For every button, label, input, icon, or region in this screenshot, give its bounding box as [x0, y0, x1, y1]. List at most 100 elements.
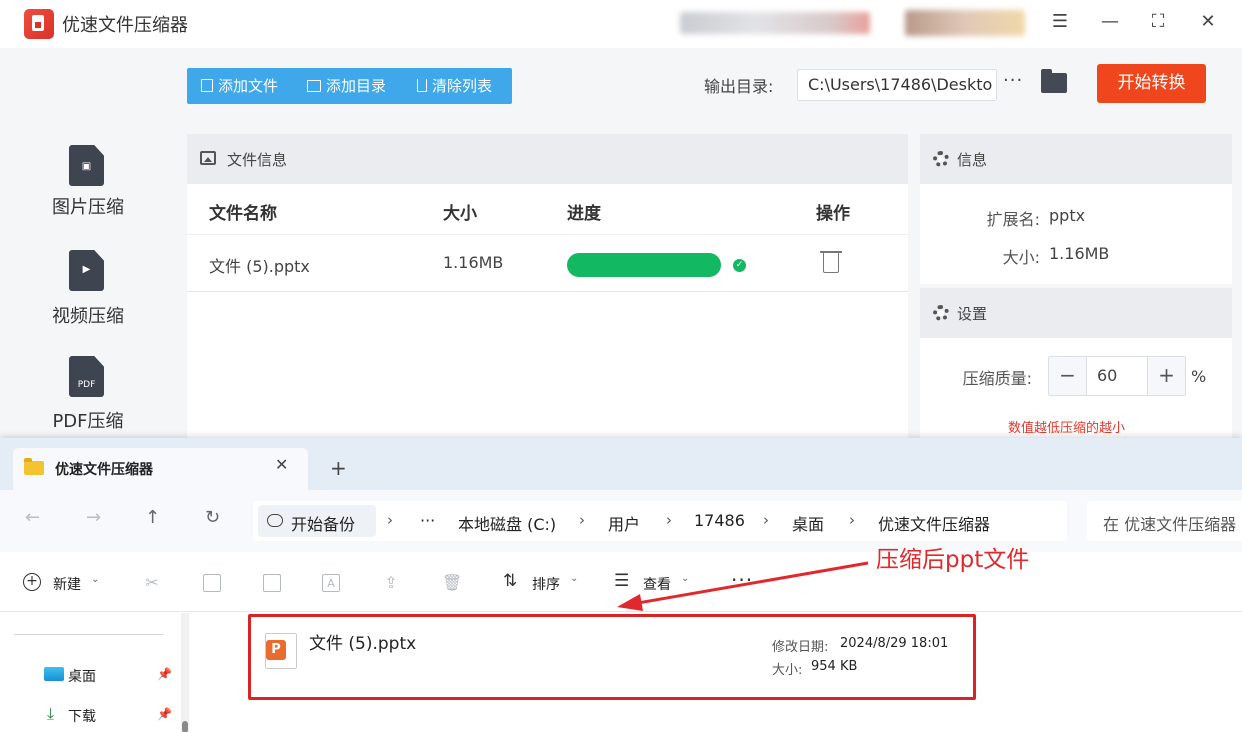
browse-more-button[interactable]: ···: [1003, 70, 1023, 91]
sort-button[interactable]: 排序: [532, 574, 560, 594]
output-dir-field[interactable]: C:\Users\17486\Deskto: [797, 69, 997, 101]
quick-access-desktop[interactable]: 桌面 📌: [44, 664, 184, 688]
compressed-file-item[interactable]: P 文件 (5).pptx 修改日期: 2024/8/29 18:01 大小: …: [248, 614, 976, 700]
image-icon: [200, 151, 216, 165]
modified-date-label: 修改日期:: [772, 640, 829, 655]
sidebar-item-image-compress[interactable]: ▣ 图片压缩: [0, 143, 176, 243]
pptx-file-icon: P: [265, 633, 297, 669]
image-file-icon: ▣: [69, 145, 104, 186]
explorer-address-bar: ← → ↑ ↻ 开始备份 › ··· 本地磁盘 (C:) › 用户 › 1748…: [0, 490, 1242, 552]
search-input[interactable]: 在 优速文件压缩器: [1087, 501, 1242, 541]
app-logo-icon: [24, 9, 54, 39]
annotation-label: 压缩后ppt文件: [876, 547, 1030, 573]
size-label: 大小:: [1002, 248, 1040, 267]
scrollbar-thumb[interactable]: [182, 721, 188, 732]
up-icon[interactable]: ↑: [145, 507, 160, 528]
plus-circle-icon: +: [23, 573, 41, 591]
explorer-tab-bar: 优速文件压缩器 ✕ +: [0, 438, 1242, 490]
pin-icon: 📌: [157, 667, 172, 681]
sidebar-item-video-compress[interactable]: ▶ 视频压缩: [0, 248, 176, 348]
cut-icon[interactable]: ✂: [143, 574, 161, 592]
table-row[interactable]: 文件 (5).pptx 1.16MB ✓: [187, 234, 908, 292]
column-header-size: 大小: [443, 204, 477, 224]
breadcrumb-item[interactable]: 优速文件压缩器: [878, 511, 990, 535]
file-panel-header: 文件信息: [187, 134, 908, 184]
paste-icon[interactable]: [263, 574, 281, 592]
delete-icon[interactable]: 🗑: [442, 574, 462, 592]
menu-icon[interactable]: ☰: [1044, 8, 1076, 36]
check-icon: ✓: [733, 259, 746, 272]
quality-stepper: − 60 +: [1048, 356, 1186, 396]
sidebar-item-label: PDF压缩: [52, 411, 124, 432]
breadcrumb-item[interactable]: 桌面: [792, 511, 824, 535]
new-tab-button[interactable]: +: [330, 456, 347, 480]
back-icon[interactable]: ←: [25, 507, 40, 528]
forward-icon[interactable]: →: [86, 507, 101, 528]
explorer-tab[interactable]: 优速文件压缩器 ✕: [13, 448, 308, 490]
sidebar-item-label: 图片压缩: [52, 197, 124, 218]
extension-value: pptx: [1049, 206, 1086, 225]
backup-label: 开始备份: [291, 515, 356, 534]
add-file-button[interactable]: 添加文件: [201, 68, 278, 104]
modified-date-value: 2024/8/29 18:01: [840, 636, 949, 651]
file-list-panel: 文件信息 文件名称 大小 进度 操作 文件 (5).pptx 1.16MB ✓: [187, 134, 908, 438]
add-directory-button[interactable]: 添加目录: [307, 68, 386, 104]
delete-icon[interactable]: [820, 251, 842, 273]
column-header-action: 操作: [816, 204, 850, 224]
extension-label: 扩展名:: [986, 210, 1040, 229]
breadcrumb-item[interactable]: 用户: [608, 511, 640, 535]
navigation-pane: 桌面 📌 ⤓ 下载 📌: [0, 613, 196, 732]
minimize-icon[interactable]: —: [1094, 8, 1126, 36]
quick-access-downloads[interactable]: ⤓ 下载 📌: [44, 704, 184, 728]
breadcrumb-item[interactable]: 17486: [694, 511, 745, 530]
file-size-label: 大小:: [772, 663, 803, 678]
share-icon[interactable]: ⇪: [382, 574, 400, 592]
info-panel-title: 信息: [957, 151, 988, 169]
breadcrumb[interactable]: 开始备份 › ··· 本地磁盘 (C:) › 用户 › 17486 › 桌面 ›…: [253, 501, 1067, 541]
settings-panel-title: 设置: [957, 305, 988, 323]
pin-icon: 📌: [157, 707, 172, 721]
info-panel: 信息 扩展名: pptx 大小: 1.16MB: [920, 134, 1232, 284]
file-size-cell: 1.16MB: [443, 253, 504, 272]
gear-icon: [933, 151, 949, 167]
download-icon: ⤓: [47, 704, 55, 723]
open-folder-icon[interactable]: [1041, 69, 1067, 93]
more-options-button[interactable]: ···: [731, 568, 753, 592]
clear-list-label: 清除列表: [432, 77, 493, 95]
output-dir-label: 输出目录:: [704, 77, 774, 96]
new-label: 新建: [53, 577, 81, 593]
view-button[interactable]: 查看: [643, 574, 671, 594]
sort-icon[interactable]: ⇅: [503, 571, 517, 591]
breadcrumb-more[interactable]: ···: [420, 511, 435, 530]
copy-icon[interactable]: [203, 574, 221, 592]
chevron-right-icon: ›: [849, 511, 855, 529]
divider: [14, 634, 164, 635]
view-icon[interactable]: ☰: [614, 571, 629, 591]
chevron-right-icon: ›: [579, 511, 585, 529]
close-tab-icon[interactable]: ✕: [275, 455, 288, 474]
breadcrumb-item[interactable]: 本地磁盘 (C:): [458, 511, 556, 535]
close-icon[interactable]: ✕: [1192, 8, 1224, 36]
file-name-cell: 文件 (5).pptx: [209, 257, 310, 276]
increment-button[interactable]: +: [1147, 357, 1185, 395]
settings-panel-header: 设置: [920, 288, 1232, 338]
clear-list-button[interactable]: 清除列表: [417, 68, 492, 104]
info-panel-header: 信息: [920, 134, 1232, 184]
maximize-icon[interactable]: ⛶: [1142, 8, 1174, 36]
title-bar: 优速文件压缩器 ☰ — ⛶ ✕: [0, 0, 1242, 48]
quality-hint: 数值越低压缩的越小: [1008, 421, 1126, 436]
settings-panel: 设置 压缩质量: − 60 + % 数值越低压缩的越小: [920, 288, 1232, 438]
column-header-progress: 进度: [567, 204, 601, 224]
rename-icon[interactable]: A: [322, 574, 340, 592]
sidebar-item-label: 视频压缩: [52, 306, 124, 327]
scrollbar[interactable]: [181, 613, 189, 732]
start-convert-button[interactable]: 开始转换: [1097, 64, 1206, 103]
chevron-right-icon: ›: [666, 511, 672, 529]
backup-button[interactable]: 开始备份: [258, 505, 376, 537]
folder-icon: [307, 80, 321, 92]
decrement-button[interactable]: −: [1049, 357, 1087, 395]
quick-access-label: 下载: [68, 709, 96, 725]
add-directory-label: 添加目录: [326, 77, 387, 95]
refresh-icon[interactable]: ↻: [205, 507, 220, 528]
quality-value[interactable]: 60: [1097, 366, 1117, 385]
